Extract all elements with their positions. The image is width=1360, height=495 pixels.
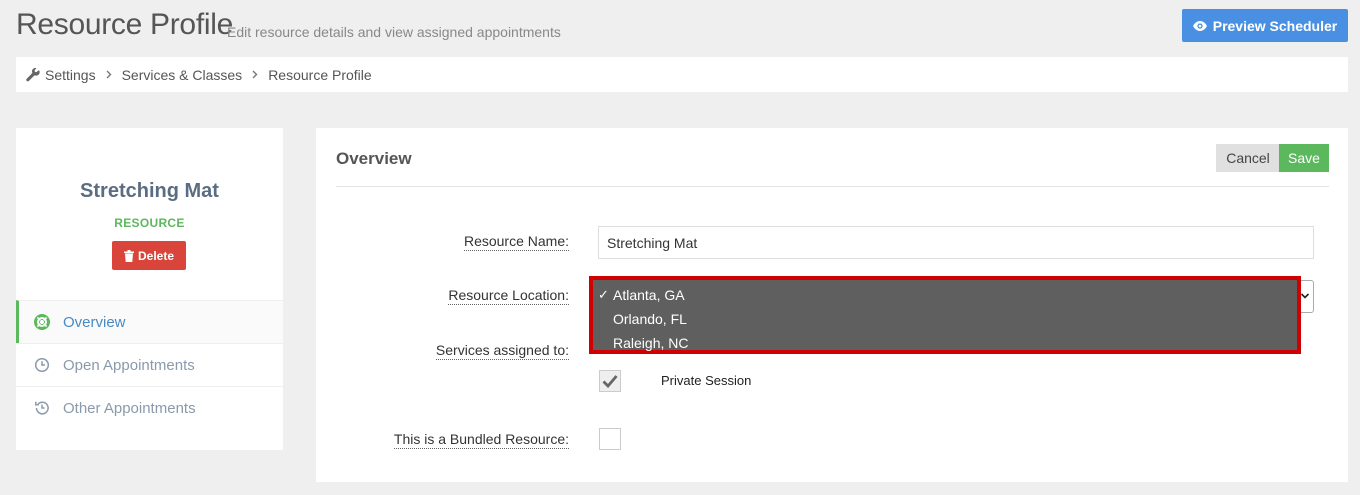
page-subtitle: Edit resource details and view assigned … [227,24,561,40]
resource-name-label: Resource Name: [463,233,569,251]
nav-item-open-appointments[interactable]: Open Appointments [16,343,283,386]
chevron-down-icon [1300,291,1310,301]
resource-name-input[interactable] [598,226,1314,259]
overview-panel: Overview Cancel Save Resource Name: Reso… [316,128,1348,482]
wrench-icon [26,67,40,82]
nav-item-label: Open Appointments [63,356,195,374]
breadcrumb: Settings Services & Classes Resource Pro… [16,57,1348,92]
nav-item-overview[interactable]: Overview [16,300,283,343]
services-assigned-label: Services assigned to: [435,342,569,360]
location-option-orlando[interactable]: Orlando, FL [593,307,1297,331]
resource-sidebar: Stretching Mat RESOURCE Delete Overview … [16,128,283,450]
profile-nav: Overview Open Appointments Other Appoint… [16,300,283,429]
service-checkbox-private-session[interactable] [599,370,621,392]
divider [336,186,1329,187]
trash-icon [123,249,134,262]
checkmark-icon [602,374,618,388]
clock-icon [33,356,51,374]
location-option-label: Raleigh, NC [613,335,689,351]
breadcrumb-current: Resource Profile [268,66,372,83]
location-option-label: Atlanta, GA [613,287,685,303]
check-icon: ✓ [598,287,609,302]
location-dropdown-menu: ✓ Atlanta, GA Orlando, FL Raleigh, NC [589,276,1301,354]
chevron-right-icon [252,70,258,79]
resource-location-label: Resource Location: [448,287,569,305]
chevron-right-icon [106,70,112,79]
bundled-resource-checkbox[interactable] [599,428,621,450]
nav-item-label: Overview [63,313,126,331]
life-ring-icon [33,313,51,331]
preview-scheduler-button[interactable]: Preview Scheduler [1182,9,1348,42]
resource-name-heading: Stretching Mat [80,180,219,202]
location-option-raleigh[interactable]: Raleigh, NC [593,331,1297,355]
eye-icon [1192,20,1207,31]
delete-label: Delete [137,248,175,263]
history-icon [33,399,51,417]
location-option-label: Orlando, FL [613,311,687,327]
nav-item-other-appointments[interactable]: Other Appointments [16,386,283,429]
preview-scheduler-label: Preview Scheduler [1212,17,1338,34]
page-title: Resource Profile [16,8,233,41]
resource-type-label: RESOURCE [114,216,185,230]
delete-button[interactable]: Delete [112,241,186,270]
breadcrumb-settings[interactable]: Settings [45,67,96,83]
breadcrumb-services-classes[interactable]: Services & Classes [122,67,243,83]
save-button[interactable]: Save [1279,144,1329,172]
cancel-button[interactable]: Cancel [1216,144,1280,172]
location-option-atlanta[interactable]: ✓ Atlanta, GA [593,283,1297,307]
bundled-resource-label: This is a Bundled Resource: [393,431,569,449]
nav-item-label: Other Appointments [63,399,196,417]
service-label-private-session: Private Session [661,373,752,388]
overview-title: Overview [336,149,412,168]
